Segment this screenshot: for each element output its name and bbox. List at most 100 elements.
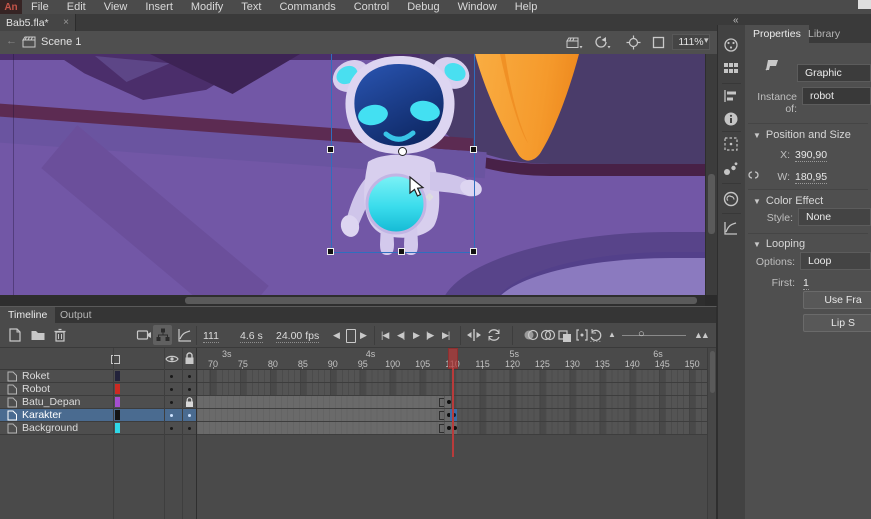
eye-column-icon[interactable] bbox=[165, 354, 179, 364]
layer-row-robot[interactable]: Robot bbox=[0, 383, 197, 396]
step-back-icon[interactable]: ◀ bbox=[333, 330, 339, 341]
zoom-dropdown-chevron-icon[interactable]: ▾ bbox=[704, 35, 709, 46]
align-panel-icon[interactable] bbox=[723, 88, 739, 104]
go-last-frame-icon[interactable]: ▶| bbox=[442, 330, 449, 341]
show-parenting-view-button[interactable] bbox=[153, 325, 172, 345]
info-panel-icon[interactable] bbox=[723, 111, 739, 127]
section-looping[interactable]: ▼Looping bbox=[753, 238, 805, 250]
layer-row-background[interactable]: Background bbox=[0, 422, 197, 435]
frame-rate-counter[interactable]: 24.00 fps bbox=[276, 330, 319, 343]
selection-handle-bottom-left[interactable] bbox=[328, 249, 333, 254]
edit-symbols-icon[interactable] bbox=[594, 35, 611, 50]
edit-multiple-frames-icon[interactable] bbox=[557, 327, 573, 343]
back-arrow-icon[interactable]: ← bbox=[6, 35, 17, 47]
tab-output[interactable]: Output bbox=[52, 307, 100, 323]
onion-skin-icon[interactable] bbox=[523, 327, 539, 343]
new-folder-icon[interactable] bbox=[30, 327, 46, 343]
timeline-zoom-slider-knob[interactable]: ○ bbox=[638, 328, 645, 340]
play-icon[interactable]: ▶ bbox=[413, 330, 419, 341]
transformation-point-handle[interactable] bbox=[398, 147, 407, 156]
selection-handle-right[interactable] bbox=[471, 147, 476, 152]
section-position-size[interactable]: ▼Position and Size bbox=[753, 129, 851, 141]
zoom-in-frames-icon[interactable]: ▲▲ bbox=[694, 330, 708, 340]
layer-visibility-dot[interactable] bbox=[170, 375, 173, 378]
layer-lock-dot[interactable] bbox=[188, 427, 191, 430]
use-frame-picker-button[interactable]: Use Fra bbox=[803, 291, 871, 309]
graph-view-icon[interactable] bbox=[177, 327, 193, 343]
layer-color-swatch[interactable] bbox=[115, 371, 120, 381]
elapsed-time-counter[interactable]: 4.6 s bbox=[240, 330, 263, 343]
selection-handle-bottom-right[interactable] bbox=[471, 249, 476, 254]
layer-lock-dot[interactable] bbox=[188, 414, 191, 417]
lock-column-icon[interactable] bbox=[184, 352, 195, 365]
stage-h-scrollbar[interactable] bbox=[0, 295, 705, 306]
center-stage-icon[interactable] bbox=[626, 35, 641, 50]
menu-view[interactable]: View bbox=[95, 0, 137, 14]
layer-color-swatch[interactable] bbox=[115, 423, 120, 433]
particle-dots-icon[interactable] bbox=[723, 161, 739, 177]
keyframe-cell[interactable] bbox=[444, 396, 451, 408]
layer-lock-icon[interactable] bbox=[185, 397, 194, 408]
delete-layer-icon[interactable] bbox=[52, 327, 68, 343]
close-icon[interactable]: × bbox=[63, 17, 69, 28]
layer-color-swatch[interactable] bbox=[115, 384, 120, 394]
current-frame-indicator-icon[interactable] bbox=[346, 329, 356, 343]
menu-text[interactable]: Text bbox=[232, 0, 270, 14]
frame-span[interactable] bbox=[197, 396, 444, 408]
stage-v-scrollbar[interactable] bbox=[705, 54, 717, 295]
step-forward-icon[interactable]: ▶ bbox=[360, 330, 366, 341]
color-panel-icon[interactable] bbox=[723, 37, 739, 53]
menu-edit[interactable]: Edit bbox=[58, 0, 95, 14]
center-playhead-icon[interactable] bbox=[466, 327, 482, 343]
lip-sync-button[interactable]: Lip S bbox=[803, 314, 871, 332]
keyframe-cell[interactable] bbox=[444, 422, 457, 434]
selection-handle-left[interactable] bbox=[328, 147, 333, 152]
menu-debug[interactable]: Debug bbox=[398, 0, 448, 14]
style-dropdown[interactable]: None bbox=[798, 208, 871, 226]
window-control-fragment[interactable] bbox=[858, 0, 871, 9]
frame-span[interactable] bbox=[197, 422, 444, 434]
menu-control[interactable]: Control bbox=[345, 0, 398, 14]
tab-timeline[interactable]: Timeline bbox=[0, 307, 55, 323]
stage-h-scrollbar-thumb[interactable] bbox=[185, 297, 697, 304]
loop-playback-icon[interactable] bbox=[486, 327, 502, 343]
onion-skin-outlines-icon[interactable] bbox=[540, 327, 556, 343]
new-layer-icon[interactable] bbox=[8, 327, 24, 343]
timeline-v-scrollbar[interactable] bbox=[707, 348, 716, 519]
playhead-line[interactable] bbox=[452, 368, 454, 457]
layer-visibility-dot[interactable] bbox=[170, 401, 173, 404]
symbol-type-dropdown[interactable]: Graphic bbox=[797, 64, 871, 82]
loop-options-dropdown[interactable]: Loop bbox=[800, 252, 871, 270]
camera-icon[interactable] bbox=[136, 327, 152, 343]
prev-frame-icon[interactable]: ◀| bbox=[397, 330, 404, 341]
instance-name-field[interactable]: robot bbox=[802, 87, 871, 105]
layer-lock-dot[interactable] bbox=[188, 388, 191, 391]
layer-row-roket[interactable]: Roket bbox=[0, 370, 197, 383]
w-value[interactable]: 180,95 bbox=[795, 171, 827, 184]
stage-canvas[interactable] bbox=[0, 54, 705, 295]
menu-help[interactable]: Help bbox=[506, 0, 547, 14]
menu-commands[interactable]: Commands bbox=[270, 0, 344, 14]
clip-content-icon[interactable] bbox=[652, 36, 665, 49]
layer-visibility-dot[interactable] bbox=[170, 414, 173, 417]
motion-editor-icon[interactable] bbox=[723, 220, 739, 236]
layer-visibility-dot[interactable] bbox=[170, 388, 173, 391]
menu-insert[interactable]: Insert bbox=[136, 0, 182, 14]
section-color-effect[interactable]: ▼Color Effect bbox=[753, 195, 823, 207]
timeline-frames-area[interactable]: 3s4s5s6s70758085909510010511011512012513… bbox=[197, 348, 707, 519]
transform-panel-icon[interactable] bbox=[723, 136, 739, 152]
edit-scene-icon[interactable] bbox=[566, 36, 583, 50]
tab-library[interactable]: Library bbox=[800, 25, 848, 43]
current-frame-counter[interactable]: 111 bbox=[203, 330, 219, 343]
layer-row-karakter[interactable]: Karakter bbox=[0, 409, 197, 422]
app-logo[interactable]: An bbox=[0, 0, 22, 14]
layer-row-batu_depan[interactable]: Batu_Depan bbox=[0, 396, 197, 409]
next-frame-icon[interactable]: |▶ bbox=[426, 330, 433, 341]
layer-color-swatch[interactable] bbox=[115, 397, 120, 407]
swatches-panel-icon[interactable] bbox=[723, 60, 739, 76]
document-tab[interactable]: Bab5.fla* × bbox=[0, 14, 76, 31]
frame-span[interactable] bbox=[197, 409, 444, 421]
layer-visibility-dot[interactable] bbox=[170, 427, 173, 430]
creative-cloud-icon[interactable] bbox=[723, 191, 739, 207]
stage-v-scrollbar-thumb[interactable] bbox=[708, 174, 715, 234]
